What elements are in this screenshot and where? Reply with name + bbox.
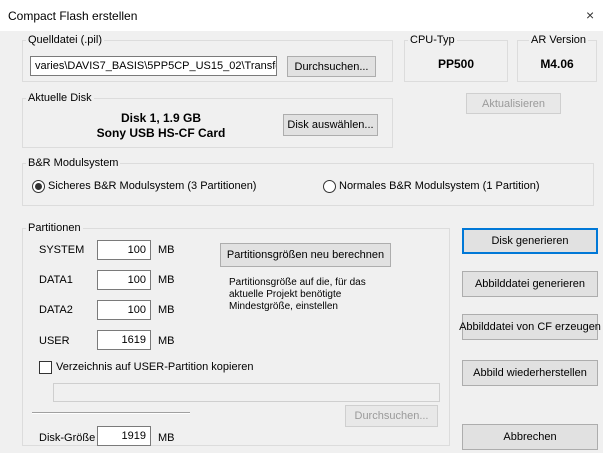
disk-size-unit: MB bbox=[158, 432, 175, 444]
cpu-type-value: PP500 bbox=[437, 57, 475, 71]
radio-safe-label[interactable]: Sicheres B&R Modulsystem (3 Partitionen) bbox=[48, 180, 256, 192]
copy-dir-path-field[interactable] bbox=[53, 383, 440, 402]
copy-dir-browse-button[interactable]: Durchsuchen... bbox=[345, 405, 438, 427]
recalculate-partitions-button[interactable]: Partitionsgrößen neu berechnen bbox=[220, 243, 391, 267]
radio-safe-modulsystem[interactable] bbox=[32, 180, 45, 193]
generate-disk-button[interactable]: Disk generieren bbox=[462, 228, 598, 254]
refresh-button[interactable]: Aktualisieren bbox=[466, 93, 561, 114]
partitions-legend: Partitionen bbox=[26, 222, 83, 234]
window-title: Compact Flash erstellen bbox=[8, 9, 138, 23]
recalculate-help-text: Partitionsgröße auf die, für das aktuell… bbox=[229, 277, 366, 312]
disk-info-line2: Sony USB HS-CF Card bbox=[96, 126, 226, 140]
partition-size-user-input[interactable]: 1619 bbox=[97, 330, 151, 350]
select-disk-button[interactable]: Disk auswählen... bbox=[283, 114, 378, 136]
source-path-field[interactable]: varies\DAVIS7_BASIS\5PP5CP_US15_02\Trans… bbox=[30, 56, 277, 76]
copy-dir-checkbox[interactable] bbox=[39, 361, 52, 374]
partition-unit-data1: MB bbox=[158, 274, 175, 286]
partition-size-system-input[interactable]: 100 bbox=[97, 240, 151, 260]
current-disk-legend: Aktuelle Disk bbox=[26, 92, 94, 104]
partition-size-data2-input[interactable]: 100 bbox=[97, 300, 151, 320]
cpu-type-legend: CPU-Typ bbox=[408, 34, 457, 46]
partition-name-data2: DATA2 bbox=[39, 304, 73, 316]
ar-version-value: M4.06 bbox=[540, 57, 574, 71]
partition-unit-user: MB bbox=[158, 335, 175, 347]
disk-size-value: 1919 bbox=[97, 426, 151, 446]
partition-name-system: SYSTEM bbox=[39, 244, 85, 256]
source-file-legend: Quelldatei (.pil) bbox=[26, 34, 104, 46]
copy-dir-label[interactable]: Verzeichnis auf USER-Partition kopieren bbox=[56, 361, 253, 373]
partition-unit-data2: MB bbox=[158, 304, 175, 316]
partition-size-data1-input[interactable]: 100 bbox=[97, 270, 151, 290]
ar-version-legend: AR Version bbox=[529, 34, 589, 46]
disk-size-separator bbox=[32, 412, 190, 414]
modulsystem-legend: B&R Modulsystem bbox=[26, 157, 121, 169]
radio-selected-dot bbox=[35, 183, 42, 190]
disk-size-label: Disk-Größe bbox=[39, 432, 96, 444]
generate-image-button[interactable]: Abbilddatei generieren bbox=[462, 271, 598, 297]
disk-info-line1: Disk 1, 1.9 GB bbox=[120, 111, 202, 125]
partition-unit-system: MB bbox=[158, 244, 175, 256]
restore-image-button[interactable]: Abbild wiederherstellen bbox=[462, 360, 598, 386]
source-browse-button[interactable]: Durchsuchen... bbox=[287, 56, 376, 77]
partition-name-user: USER bbox=[39, 335, 70, 347]
radio-normal-modulsystem[interactable] bbox=[323, 180, 336, 193]
partition-name-data1: DATA1 bbox=[39, 274, 73, 286]
close-icon[interactable]: × bbox=[586, 7, 594, 23]
image-from-cf-button[interactable]: Abbilddatei von CF erzeugen bbox=[459, 314, 601, 340]
cancel-button[interactable]: Abbrechen bbox=[462, 424, 598, 450]
radio-normal-label[interactable]: Normales B&R Modulsystem (1 Partition) bbox=[339, 180, 540, 192]
